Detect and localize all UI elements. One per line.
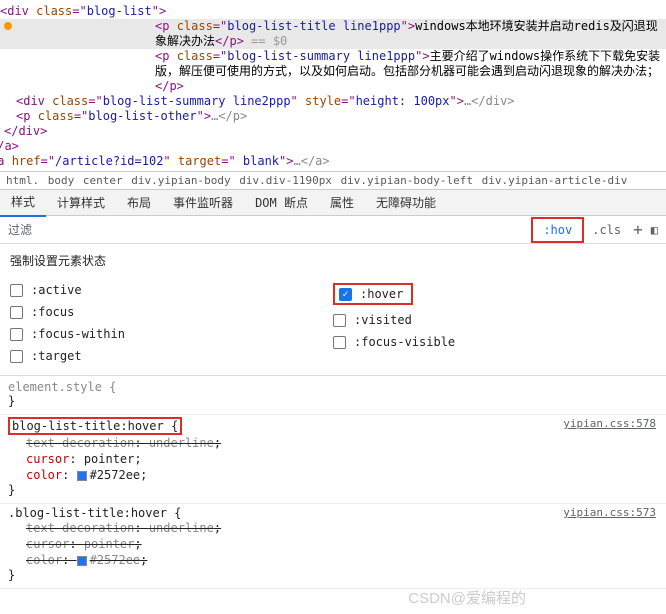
state-active[interactable]: :active bbox=[10, 279, 333, 301]
tab-styles[interactable]: 样式 bbox=[0, 188, 46, 217]
styles-panel[interactable]: element.style { } yipian.css:578 blog-li… bbox=[0, 376, 666, 591]
crumb[interactable]: div.div-1190px bbox=[239, 174, 332, 187]
tab-computed[interactable]: 计算样式 bbox=[46, 189, 116, 216]
state-hover[interactable]: ✓:hover bbox=[333, 279, 656, 309]
toggle-sidebar-icon[interactable]: ◧ bbox=[649, 223, 666, 237]
checkbox-icon[interactable] bbox=[10, 306, 23, 319]
cls-toggle[interactable]: .cls bbox=[586, 223, 627, 237]
filter-bar: 过滤 :hov .cls + ◧ bbox=[0, 216, 666, 244]
css-prop[interactable]: cursor: pointer; bbox=[8, 451, 658, 467]
dom-node[interactable]: </div> bbox=[0, 124, 666, 139]
dom-node[interactable]: ▶<p class="blog-list-other">…</p> bbox=[0, 109, 666, 124]
new-style-rule-icon[interactable]: + bbox=[627, 220, 649, 239]
crumb[interactable]: html. bbox=[6, 174, 39, 187]
state-focus-visible[interactable]: :focus-visible bbox=[333, 331, 656, 353]
filter-input[interactable]: 过滤 bbox=[0, 219, 531, 240]
hov-toggle[interactable]: :hov bbox=[531, 217, 584, 243]
force-state-section: 强制设置元素状态 :active :focus :focus-within :t… bbox=[0, 244, 666, 376]
color-swatch-icon[interactable] bbox=[77, 471, 87, 481]
expand-icon[interactable]: ▶ bbox=[4, 109, 16, 124]
breakpoint-dot-icon bbox=[4, 22, 12, 30]
breadcrumb[interactable]: html. body center div.yipian-body div.di… bbox=[0, 171, 666, 189]
state-focus-within[interactable]: :focus-within bbox=[10, 323, 333, 345]
crumb[interactable]: center bbox=[83, 174, 123, 187]
checkbox-icon[interactable] bbox=[10, 350, 23, 363]
expand-icon[interactable]: ▶ bbox=[4, 94, 16, 109]
tab-layout[interactable]: 布局 bbox=[116, 189, 162, 216]
crumb[interactable]: div.yipian-body-left bbox=[341, 174, 473, 187]
css-prop[interactable]: text-decoration: underline; bbox=[8, 435, 658, 451]
crumb[interactable]: div.yipian-body bbox=[131, 174, 230, 187]
css-prop-overridden[interactable]: color: #2572ee; bbox=[8, 552, 658, 568]
crumb[interactable]: div.yipian-article-div bbox=[482, 174, 628, 187]
source-link[interactable]: yipian.css:573 bbox=[563, 506, 656, 519]
dom-node[interactable]: ▶<a href="/article?id=102" target=" blan… bbox=[0, 154, 666, 169]
css-prop[interactable]: color: #2572ee; bbox=[8, 467, 658, 483]
dom-node-selected[interactable]: <p class="blog-list-title line1ppp">wind… bbox=[0, 19, 666, 49]
tab-properties[interactable]: 属性 bbox=[319, 189, 365, 216]
tab-event-listeners[interactable]: 事件监听器 bbox=[162, 189, 244, 216]
highlighted-selector[interactable]: blog-list-title:hover { bbox=[8, 417, 182, 435]
source-link[interactable]: yipian.css:578 bbox=[563, 417, 656, 430]
dom-node[interactable]: </a> bbox=[0, 139, 666, 154]
element-style-rule[interactable]: element.style { } bbox=[0, 378, 666, 415]
css-rule[interactable]: yipian.css:573 .blog-list-title:hover { … bbox=[0, 504, 666, 589]
checkbox-icon[interactable] bbox=[10, 284, 23, 297]
force-state-title: 强制设置元素状态 bbox=[10, 252, 656, 269]
css-prop-overridden[interactable]: text-decoration: underline; bbox=[8, 520, 658, 536]
state-target[interactable]: :target bbox=[10, 345, 333, 367]
css-rule[interactable]: yipian.css:578 blog-list-title:hover { t… bbox=[0, 415, 666, 504]
color-swatch-icon[interactable] bbox=[77, 556, 87, 566]
styles-tabs: 样式 计算样式 布局 事件监听器 DOM 断点 属性 无障碍功能 bbox=[0, 189, 666, 216]
crumb[interactable]: body bbox=[48, 174, 75, 187]
checkbox-icon[interactable] bbox=[333, 336, 346, 349]
dom-tree[interactable]: ▼<div class="blog-list"> <p class="blog-… bbox=[0, 0, 666, 171]
tab-accessibility[interactable]: 无障碍功能 bbox=[365, 189, 447, 216]
css-prop-overridden[interactable]: cursor: pointer; bbox=[8, 536, 658, 552]
tab-dom-breakpoints[interactable]: DOM 断点 bbox=[244, 189, 319, 216]
checkbox-icon[interactable] bbox=[333, 314, 346, 327]
state-focus[interactable]: :focus bbox=[10, 301, 333, 323]
checkbox-checked-icon[interactable]: ✓ bbox=[339, 288, 352, 301]
dom-node[interactable]: ▶<div class="blog-list-summary line2ppp"… bbox=[0, 94, 666, 109]
dom-node[interactable]: <p class="blog-list-summary line1ppp">主要… bbox=[0, 49, 666, 94]
checkbox-icon[interactable] bbox=[10, 328, 23, 341]
state-visited[interactable]: :visited bbox=[333, 309, 656, 331]
dom-node[interactable]: ▼<div class="blog-list"> bbox=[0, 4, 666, 19]
